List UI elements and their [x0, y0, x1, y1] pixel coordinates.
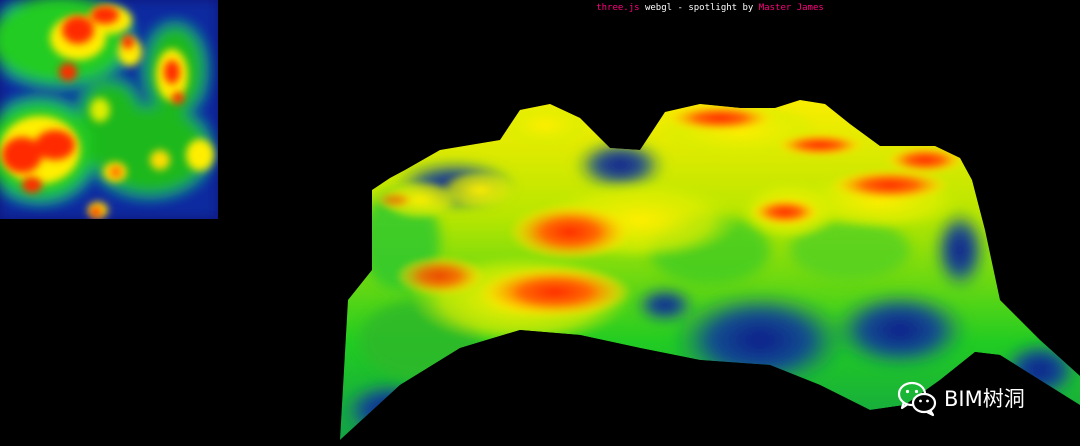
threejs-link[interactable]: three.js: [596, 3, 639, 13]
info-text: webgl - spotlight by: [639, 3, 759, 13]
watermark-text: BIM树洞: [944, 387, 1025, 411]
webgl-viewport[interactable]: three.js webgl - spotlight by Master Jam…: [0, 0, 1080, 446]
wechat-icon: [897, 381, 937, 417]
info-header: three.js webgl - spotlight by Master Jam…: [0, 2, 1080, 14]
author-link[interactable]: Master James: [759, 3, 824, 13]
watermark: BIM树洞: [896, 378, 1025, 418]
